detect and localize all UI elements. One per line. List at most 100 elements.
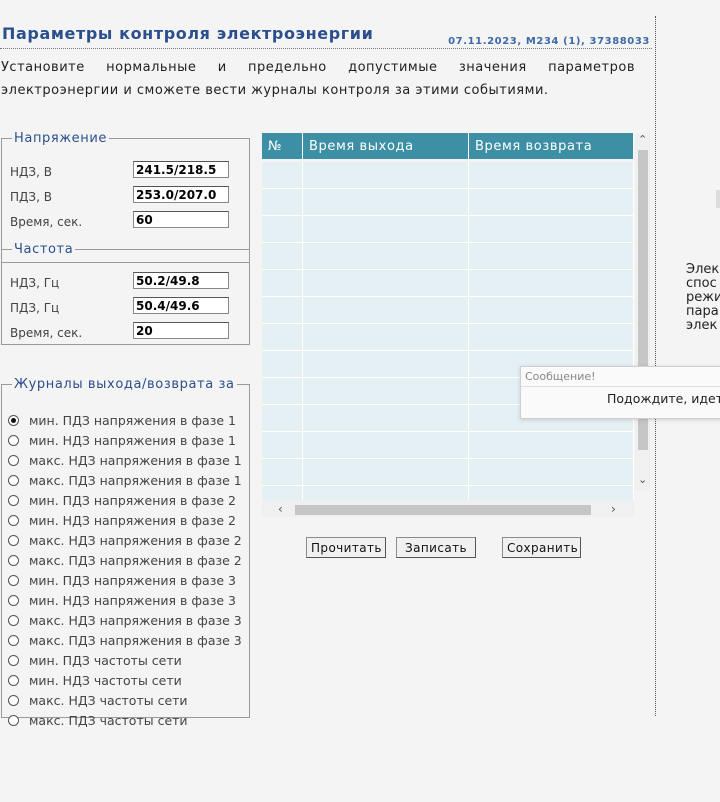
journal-table-container: № Время выхода Время возврата ⌃ ⌄ ‹ › bbox=[262, 133, 650, 518]
table-cell bbox=[468, 458, 634, 486]
table-row[interactable] bbox=[262, 242, 634, 270]
frequency-ndz-label: НДЗ, Гц bbox=[10, 276, 60, 290]
message-popup: Сообщение! Подождите, идет bbox=[520, 366, 720, 419]
journal-option-label: мин. ПДЗ частоты сети bbox=[29, 653, 182, 668]
table-row[interactable] bbox=[262, 296, 634, 324]
write-button[interactable]: Записать bbox=[396, 537, 476, 558]
journal-option-label: мин. НДЗ напряжения в фазе 2 bbox=[29, 513, 236, 528]
table-cell bbox=[302, 188, 469, 216]
radio-button[interactable] bbox=[8, 635, 19, 646]
table-cell bbox=[468, 323, 634, 351]
journals-group: Журналы выхода/возврата за мин. ПДЗ напр… bbox=[1, 377, 250, 728]
frequency-time-input[interactable] bbox=[133, 322, 229, 339]
frequency-pdz-input[interactable] bbox=[133, 297, 229, 314]
radio-button[interactable] bbox=[8, 475, 19, 486]
radio-button[interactable] bbox=[8, 595, 19, 606]
radio-button[interactable] bbox=[8, 715, 19, 726]
horizontal-scrollbar[interactable]: ‹ › bbox=[262, 500, 634, 517]
table-cell bbox=[262, 431, 303, 459]
side-text-line: режи bbox=[686, 290, 720, 305]
popup-divider bbox=[521, 386, 720, 387]
radio-button[interactable] bbox=[8, 535, 19, 546]
scroll-left-icon[interactable]: ‹ bbox=[278, 502, 283, 516]
scroll-up-icon[interactable]: ⌃ bbox=[638, 133, 647, 146]
table-cell bbox=[262, 215, 303, 243]
table-cell bbox=[302, 377, 469, 405]
table-row[interactable] bbox=[262, 458, 634, 486]
table-cell bbox=[262, 458, 303, 486]
scroll-right-icon[interactable]: › bbox=[611, 502, 616, 516]
radio-button[interactable] bbox=[8, 695, 19, 706]
popup-title: Сообщение! bbox=[525, 370, 596, 383]
radio-button[interactable] bbox=[8, 615, 19, 626]
column-header-exit-time[interactable]: Время выхода bbox=[302, 133, 469, 159]
frequency-time-label: Время, сек. bbox=[10, 326, 83, 340]
side-text-line: Элек bbox=[686, 262, 720, 277]
journal-option-label: макс. ПДЗ напряжения в фазе 1 bbox=[29, 473, 242, 488]
table-cell bbox=[302, 458, 469, 486]
table-cell bbox=[262, 269, 303, 297]
voltage-time-label: Время, сек. bbox=[10, 215, 83, 229]
column-header-number[interactable]: № bbox=[262, 133, 303, 159]
table-cell bbox=[262, 323, 303, 351]
table-cell bbox=[302, 323, 469, 351]
page-title: Параметры контроля электроэнергии bbox=[2, 24, 374, 43]
table-cell bbox=[262, 242, 303, 270]
radio-button[interactable] bbox=[8, 555, 19, 566]
table-row[interactable] bbox=[262, 431, 634, 459]
radio-button[interactable] bbox=[8, 415, 19, 426]
save-button[interactable]: Сохранить bbox=[502, 537, 581, 558]
table-cell bbox=[468, 242, 634, 270]
journals-legend: Журналы выхода/возврата за bbox=[14, 377, 235, 392]
table-cell bbox=[468, 296, 634, 324]
table-cell bbox=[302, 162, 469, 189]
table-cell bbox=[302, 269, 469, 297]
journal-option-label: макс. НДЗ напряжения в фазе 3 bbox=[29, 613, 242, 628]
table-cell bbox=[302, 404, 469, 432]
journal-option-label: макс. НДЗ частоты сети bbox=[29, 693, 188, 708]
voltage-pdz-label: ПДЗ, В bbox=[10, 190, 52, 204]
table-cell bbox=[302, 431, 469, 459]
radio-button[interactable] bbox=[8, 575, 19, 586]
journal-table: № Время выхода Время возврата bbox=[262, 133, 634, 513]
vertical-scrollbar[interactable]: ⌃ ⌄ bbox=[635, 133, 650, 490]
intro-text: Установите нормальные и предельно допуст… bbox=[1, 60, 635, 98]
read-button[interactable]: Прочитать bbox=[306, 537, 386, 558]
table-cell bbox=[262, 350, 303, 378]
table-header-row: № Время выхода Время возврата bbox=[262, 133, 634, 159]
radio-button[interactable] bbox=[8, 455, 19, 466]
journal-option-label: макс. ПДЗ напряжения в фазе 2 bbox=[29, 553, 242, 568]
frequency-pdz-label: ПДЗ, Гц bbox=[10, 301, 60, 315]
table-row[interactable] bbox=[262, 269, 634, 297]
radio-button[interactable] bbox=[8, 435, 19, 446]
table-row[interactable] bbox=[262, 188, 634, 216]
table-cell bbox=[262, 162, 303, 189]
journal-option-label: макс. ПДЗ частоты сети bbox=[29, 713, 188, 728]
journal-option-label: макс. НДЗ напряжения в фазе 2 bbox=[29, 533, 242, 548]
column-header-return-time[interactable]: Время возврата bbox=[468, 133, 634, 159]
table-row[interactable] bbox=[262, 162, 634, 189]
journal-option-label: мин. ПДЗ напряжения в фазе 1 bbox=[29, 413, 236, 428]
radio-button[interactable] bbox=[8, 675, 19, 686]
radio-button[interactable] bbox=[8, 655, 19, 666]
side-text-line: пара bbox=[686, 304, 719, 319]
voltage-pdz-input[interactable] bbox=[133, 186, 229, 203]
table-cell bbox=[302, 350, 469, 378]
voltage-ndz-input[interactable] bbox=[133, 161, 229, 178]
frequency-group: Частота НДЗ, Гц ПДЗ, Гц Время, сек. bbox=[1, 242, 250, 345]
scroll-down-icon[interactable]: ⌄ bbox=[638, 473, 647, 486]
table-cell bbox=[468, 188, 634, 216]
horizontal-scroll-thumb[interactable] bbox=[295, 505, 591, 515]
table-row[interactable] bbox=[262, 323, 634, 351]
table-row[interactable] bbox=[262, 215, 634, 243]
radio-button[interactable] bbox=[8, 495, 19, 506]
table-cell bbox=[302, 242, 469, 270]
table-cell bbox=[468, 162, 634, 189]
side-description: Элек спос режи пара элек bbox=[686, 263, 720, 333]
table-cell bbox=[468, 269, 634, 297]
table-cell bbox=[262, 404, 303, 432]
frequency-ndz-input[interactable] bbox=[133, 272, 229, 289]
voltage-time-input[interactable] bbox=[133, 211, 229, 228]
journal-option-label: мин. ПДЗ напряжения в фазе 3 bbox=[29, 573, 236, 588]
radio-button[interactable] bbox=[8, 515, 19, 526]
